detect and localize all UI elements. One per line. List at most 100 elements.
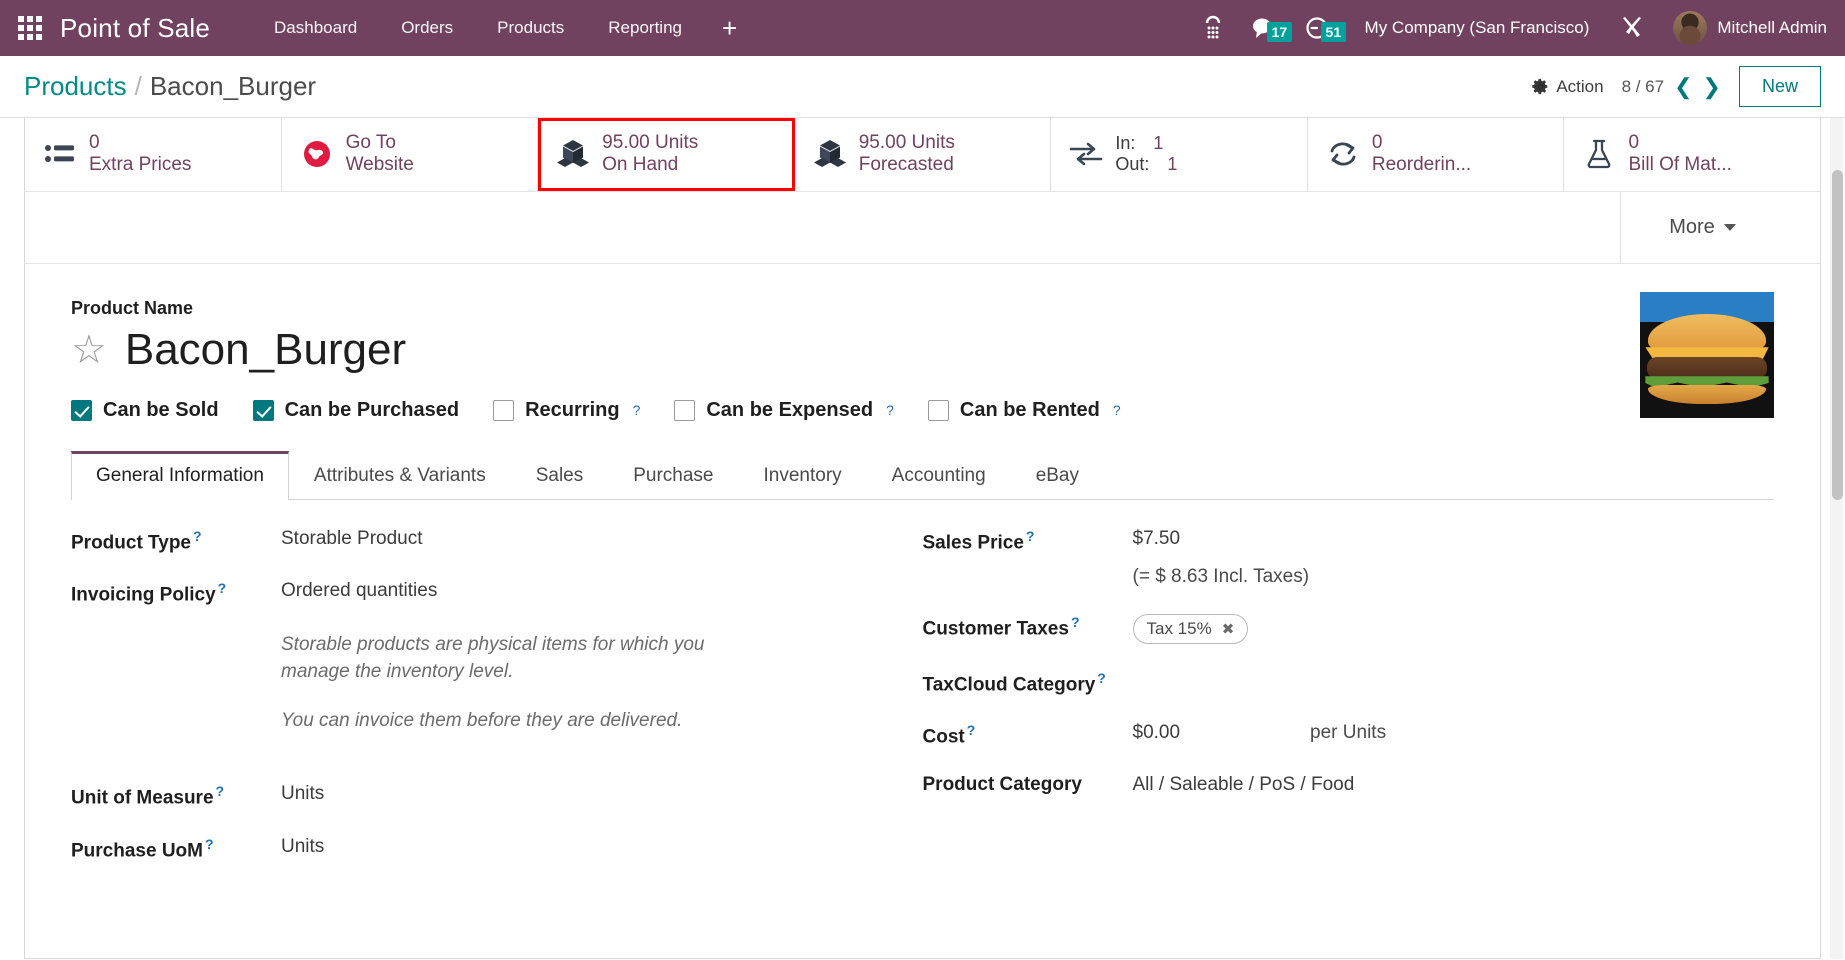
- field-value[interactable]: Tax 15% ✖: [1132, 613, 1249, 644]
- breadcrumb-parent-products[interactable]: Products: [24, 71, 127, 102]
- stat-value: Go To: [345, 132, 396, 153]
- stat-label: Forecasted: [858, 154, 954, 176]
- form-sheet: 0 Extra Prices Go To Website 95.00 Units…: [24, 118, 1821, 959]
- help-icon[interactable]: ?: [1071, 614, 1080, 630]
- help-icon[interactable]: ?: [1113, 402, 1121, 418]
- dialpad-icon[interactable]: [1189, 15, 1237, 41]
- action-button[interactable]: Action: [1532, 77, 1604, 97]
- tab-sales[interactable]: Sales: [511, 451, 609, 500]
- more-button[interactable]: More: [1620, 191, 1820, 263]
- field-value[interactable]: Storable Product: [281, 528, 423, 550]
- nav-item-dashboard[interactable]: Dashboard: [252, 18, 379, 38]
- tab-ebay[interactable]: eBay: [1011, 451, 1104, 500]
- help-icon[interactable]: ?: [1026, 528, 1035, 544]
- stat-button-bill-of-materials[interactable]: 0 Bill Of Mat...: [1564, 118, 1820, 191]
- checkbox-recurring[interactable]: Recurring ?: [493, 399, 640, 422]
- help-icon[interactable]: ?: [967, 722, 976, 738]
- activities-counter[interactable]: 51: [1291, 16, 1347, 42]
- checkbox-box[interactable]: [71, 399, 92, 421]
- stat-value: 95.00 Units: [602, 132, 699, 153]
- help-icon[interactable]: ?: [1097, 670, 1106, 686]
- field-unit-of-measure: Unit of Measure? Units: [71, 783, 883, 809]
- sales-price-block: $7.50 (= $ 8.63 Incl. Taxes): [1133, 528, 1310, 588]
- checkbox-box[interactable]: [674, 399, 696, 421]
- chevron-left-icon[interactable]: ❮: [1674, 75, 1692, 98]
- add-menu-button[interactable]: +: [704, 15, 755, 41]
- apps-grid-icon[interactable]: [18, 16, 42, 40]
- field-value[interactable]: All / Saleable / PoS / Food: [1133, 774, 1355, 796]
- product-image[interactable]: [1640, 291, 1774, 418]
- messages-counter[interactable]: 17: [1237, 16, 1293, 42]
- form-sheet-wrapper: 0 Extra Prices Go To Website 95.00 Units…: [0, 118, 1845, 959]
- checkbox-box[interactable]: [493, 399, 515, 421]
- checkbox-label: Can be Rented: [959, 398, 1100, 421]
- tab-purchase[interactable]: Purchase: [608, 451, 738, 500]
- wrench-screwdriver-icon[interactable]: [1605, 15, 1659, 41]
- help-icon[interactable]: ?: [193, 528, 202, 544]
- stat-button-on-hand[interactable]: 95.00 Units On Hand: [538, 118, 795, 191]
- tax-tag[interactable]: Tax 15% ✖: [1132, 613, 1249, 644]
- field-value[interactable]: Units: [281, 836, 324, 858]
- exchange-arrows-icon: [1069, 138, 1103, 170]
- help-icon[interactable]: ?: [205, 836, 214, 852]
- stat-button-website[interactable]: Go To Website: [282, 118, 539, 191]
- stat-out-value: 1: [1167, 154, 1178, 175]
- stat-in-label: In:: [1115, 133, 1136, 154]
- field-value[interactable]: Ordered quantities: [281, 580, 437, 602]
- field-label: Unit of Measure?: [71, 783, 281, 809]
- app-brand-point-of-sale[interactable]: Point of Sale: [60, 13, 210, 44]
- vertical-scrollbar-thumb[interactable]: [1832, 170, 1843, 500]
- stat-button-in-out[interactable]: In: 1 Out: 1: [1051, 118, 1308, 191]
- field-value[interactable]: $7.50: [1133, 528, 1310, 550]
- stat-button-reordering[interactable]: 0 Reorderin...: [1308, 118, 1565, 191]
- avatar[interactable]: [1673, 11, 1708, 45]
- checkbox-label: Can be Purchased: [284, 398, 460, 421]
- stat-label: Website: [345, 154, 414, 176]
- nav-item-orders[interactable]: Orders: [379, 18, 475, 38]
- flask-icon: [1582, 138, 1616, 170]
- company-switcher[interactable]: My Company (San Francisco): [1343, 18, 1606, 38]
- help-icon[interactable]: ?: [216, 783, 225, 799]
- stat-text: Go To Website: [346, 132, 414, 177]
- form-body: Product Name ☆ Bacon_Burger Can be Sold …: [25, 264, 1820, 888]
- stat-label: Extra Prices: [89, 154, 192, 176]
- stat-text: 95.00 Units On Hand: [602, 132, 698, 177]
- field-sales-price: Sales Price? $7.50 (= $ 8.63 Incl. Taxes…: [923, 528, 1735, 588]
- checkbox-can-be-rented[interactable]: Can be Rented ?: [927, 398, 1121, 422]
- stat-value: 95.00 Units: [858, 132, 955, 153]
- checkbox-box[interactable]: [252, 399, 274, 421]
- more-row: More: [25, 191, 1820, 264]
- checkbox-can-be-purchased[interactable]: Can be Purchased: [252, 398, 460, 422]
- help-text-1: Storable products are physical items for…: [281, 634, 705, 683]
- tab-accounting[interactable]: Accounting: [867, 451, 1011, 500]
- tab-general-information[interactable]: General Information: [71, 450, 289, 500]
- checkbox-box[interactable]: [927, 399, 949, 421]
- tab-inventory[interactable]: Inventory: [739, 451, 867, 500]
- star-outline-icon[interactable]: ☆: [71, 330, 107, 370]
- activities-badge: 51: [1320, 22, 1347, 42]
- help-icon[interactable]: ?: [633, 402, 641, 418]
- boxes-icon: [556, 138, 590, 170]
- field-label-text: Product Type: [71, 532, 191, 554]
- checkbox-can-be-sold[interactable]: Can be Sold: [71, 399, 219, 422]
- tab-attributes-variants[interactable]: Attributes & Variants: [289, 451, 511, 500]
- product-name-value[interactable]: Bacon_Burger: [125, 325, 406, 375]
- help-icon[interactable]: ?: [218, 580, 227, 596]
- field-value[interactable]: $0.00: [1133, 722, 1181, 744]
- chevron-right-icon[interactable]: ❯: [1703, 75, 1721, 98]
- product-name-label: Product Name: [71, 297, 194, 318]
- field-value[interactable]: Units: [281, 783, 324, 805]
- new-button[interactable]: New: [1738, 66, 1821, 107]
- field-label-text: Unit of Measure: [71, 787, 214, 809]
- checkbox-can-be-expensed[interactable]: Can be Expensed ?: [674, 399, 894, 422]
- stat-button-forecasted[interactable]: 95.00 Units Forecasted: [795, 118, 1052, 191]
- user-menu[interactable]: Mitchell Admin: [1707, 18, 1827, 38]
- close-icon[interactable]: ✖: [1222, 620, 1235, 638]
- help-icon[interactable]: ?: [886, 402, 894, 418]
- stat-value: 0: [1371, 132, 1383, 153]
- stat-in-value: 1: [1153, 133, 1164, 154]
- nav-item-products[interactable]: Products: [475, 18, 586, 38]
- cost-uom: per Units: [1310, 722, 1387, 744]
- stat-button-extra-prices[interactable]: 0 Extra Prices: [25, 118, 282, 191]
- nav-item-reporting[interactable]: Reporting: [586, 18, 704, 38]
